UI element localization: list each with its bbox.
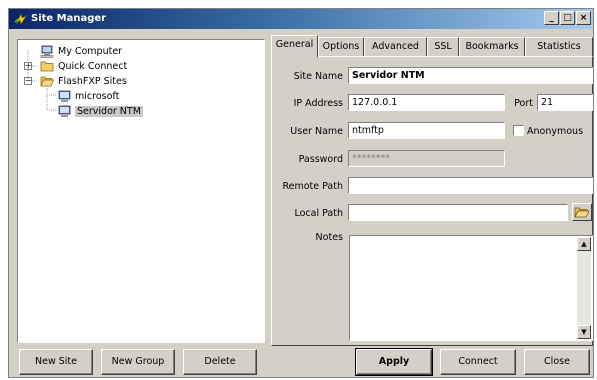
tab-bookmarks[interactable]: Bookmarks	[459, 37, 525, 56]
notes-scrollbar[interactable]: ▲ ▼	[577, 237, 591, 339]
password-field[interactable]: ********	[348, 150, 505, 167]
site-manager-window: Site Manager _ □ × My Computer + Quick C…	[8, 8, 594, 378]
local-path-label: Local Path	[294, 208, 343, 219]
site-name-field[interactable]: Servidor NTM	[348, 67, 593, 84]
maximize-button[interactable]: □	[560, 11, 575, 25]
delete-button[interactable]: Delete	[183, 349, 257, 375]
tree-item-label-selected: Servidor NTM	[75, 105, 143, 117]
port-label: Port	[514, 98, 533, 109]
tab-advanced[interactable]: Advanced	[364, 37, 427, 56]
notes-label: Notes	[315, 232, 343, 243]
user-name-field[interactable]: ntmftp	[348, 122, 505, 139]
tab-statistics[interactable]: Statistics	[525, 37, 593, 56]
anonymous-checkbox[interactable]	[513, 125, 524, 136]
apply-button[interactable]: Apply	[355, 348, 433, 376]
title-bar[interactable]: Site Manager _ □ ×	[9, 9, 593, 29]
password-label: Password	[298, 154, 343, 165]
tab-general[interactable]: General	[271, 35, 318, 57]
open-folder-icon	[574, 207, 590, 218]
tab-options[interactable]: Options	[318, 37, 364, 56]
user-name-label: User Name	[290, 126, 343, 137]
tree-lines	[27, 50, 56, 111]
close-button[interactable]: Close	[524, 349, 590, 375]
flashfxp-logo-icon	[14, 13, 27, 25]
scroll-down-arrow-icon[interactable]: ▼	[577, 325, 591, 339]
tab-ssl[interactable]: SSL	[427, 37, 459, 56]
tree-item-label: microsoft	[75, 90, 120, 102]
new-site-button[interactable]: New Site	[19, 349, 93, 375]
browse-local-path-button[interactable]	[572, 203, 592, 221]
scroll-up-arrow-icon[interactable]: ▲	[577, 237, 591, 251]
close-window-button[interactable]: ×	[576, 11, 591, 25]
window-title: Site Manager	[31, 13, 107, 24]
site-name-label: Site Name	[293, 71, 343, 82]
new-group-button[interactable]: New Group	[101, 349, 175, 375]
notes-textarea[interactable]: ▲ ▼	[349, 235, 593, 341]
remote-path-label: Remote Path	[282, 181, 343, 192]
ip-address-field[interactable]: 127.0.0.1	[348, 94, 505, 111]
connect-button[interactable]: Connect	[440, 349, 516, 375]
remote-path-field[interactable]	[348, 177, 593, 194]
minimize-button[interactable]: _	[544, 11, 559, 25]
port-field[interactable]: 21	[537, 94, 593, 111]
anonymous-label: Anonymous	[527, 126, 584, 137]
ip-address-label: IP Address	[293, 98, 343, 109]
local-path-field[interactable]	[348, 204, 568, 221]
site-tree[interactable]: My Computer + Quick Connect − FlashFXP S…	[17, 39, 265, 343]
